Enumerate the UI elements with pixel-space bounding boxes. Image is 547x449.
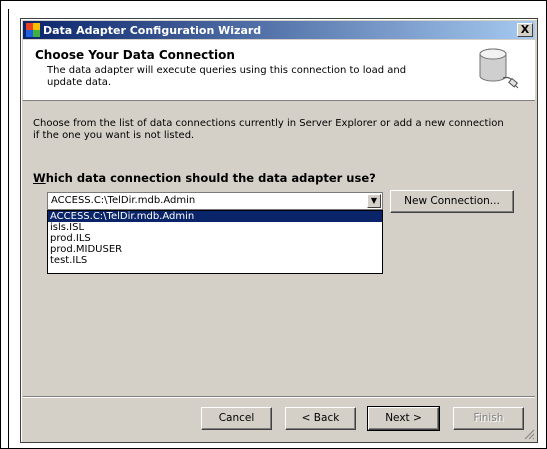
finish-button: Finish	[453, 407, 524, 430]
database-plug-icon	[479, 48, 519, 89]
intro-text: Choose from the list of data connections…	[33, 118, 504, 141]
question-accelerator: W	[33, 171, 46, 185]
header-panel: Choose Your Data Connection The data ada…	[23, 40, 535, 101]
dropdown-option[interactable]: prod.MIDUSER	[48, 244, 382, 255]
dropdown-option[interactable]: prod.ILS	[48, 233, 382, 244]
footer-divider	[23, 396, 535, 398]
close-button[interactable]: X	[517, 23, 533, 37]
dropdown-option[interactable]: isls.ISL	[48, 222, 382, 233]
connection-question: Which data connection should the data ad…	[33, 171, 376, 185]
back-button[interactable]: < Back	[285, 407, 356, 430]
dropdown-option[interactable]: test.ILS	[48, 255, 382, 266]
page-subtitle: The data adapter will execute queries us…	[47, 65, 407, 88]
title-bar[interactable]: Data Adapter Configuration Wizard X	[23, 21, 535, 39]
new-connection-button[interactable]: New Connection...	[390, 190, 514, 213]
next-button[interactable]: Next >	[367, 406, 440, 431]
combo-value: ACCESS.C:\TelDir.mdb.Admin	[51, 195, 196, 206]
page-title: Choose Your Data Connection	[35, 48, 235, 62]
window-title: Data Adapter Configuration Wizard	[43, 23, 262, 37]
question-text: hich data connection should the data ada…	[45, 171, 376, 185]
left-rule	[8, 9, 9, 449]
dropdown-arrow-icon[interactable]: ▼	[367, 194, 381, 208]
connection-dropdown-list: ACCESS.C:\TelDir.mdb.Admin isls.ISL prod.I…	[47, 210, 383, 274]
dropdown-option[interactable]: ACCESS.C:\TelDir.mdb.Admin	[48, 211, 382, 222]
wizard-window: Data Adapter Configuration Wizard X Choo…	[20, 18, 538, 443]
resize-grip-icon[interactable]	[523, 428, 535, 440]
cancel-button[interactable]: Cancel	[201, 407, 272, 430]
app-icon	[26, 23, 40, 37]
connection-combobox[interactable]: ACCESS.C:\TelDir.mdb.Admin ▼	[47, 192, 383, 210]
